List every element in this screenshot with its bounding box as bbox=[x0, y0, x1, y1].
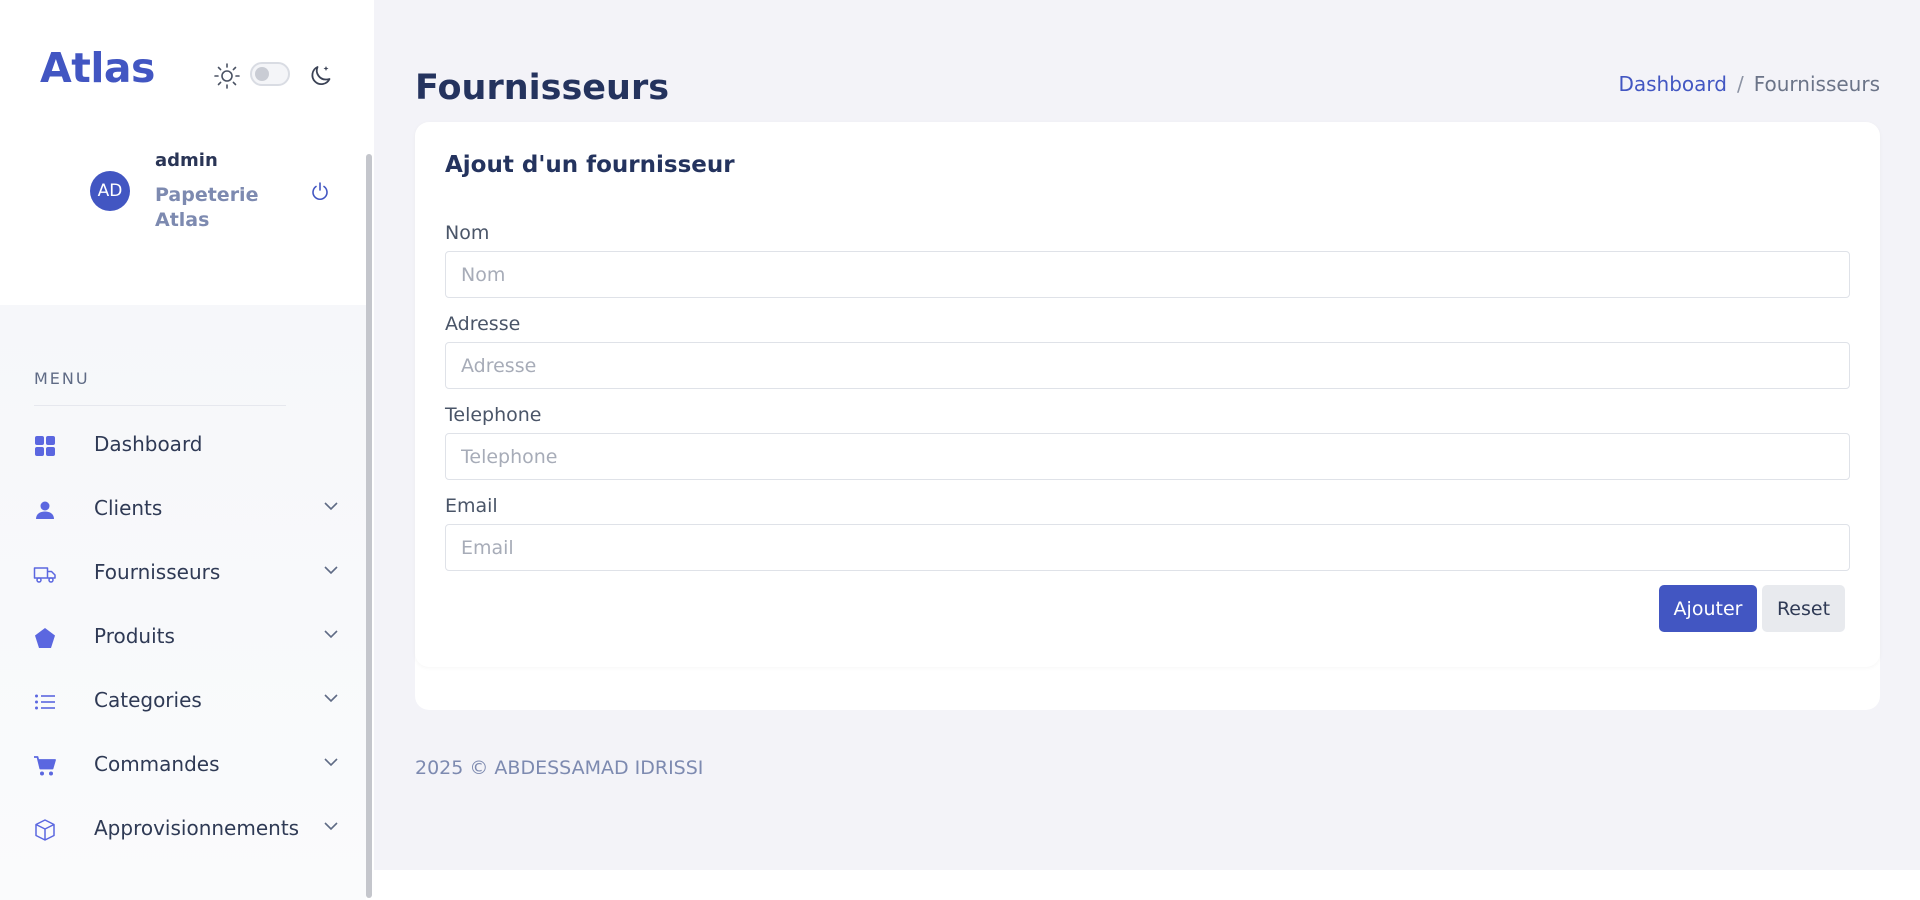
moon-icon bbox=[311, 66, 331, 86]
theme-toggle[interactable] bbox=[250, 62, 290, 86]
telephone-label: Telephone bbox=[445, 404, 542, 426]
breadcrumb: Dashboard / Fournisseurs bbox=[1618, 72, 1880, 96]
sidebar-item-produits[interactable]: Produits bbox=[0, 609, 366, 665]
list-icon bbox=[35, 694, 55, 710]
breadcrumb-link-dashboard[interactable]: Dashboard bbox=[1618, 72, 1727, 96]
company-name: Papeterie Atlas bbox=[155, 184, 259, 231]
sidebar: Atlas AD admin Papeterie Atlas MENU Dash… bbox=[0, 0, 374, 900]
page-title: Fournisseurs bbox=[415, 68, 670, 108]
avatar[interactable]: AD bbox=[90, 171, 130, 211]
nom-input[interactable] bbox=[445, 251, 1850, 298]
sidebar-item-label: Approvisionnements bbox=[94, 816, 300, 840]
sidebar-item-clients[interactable]: Clients bbox=[0, 481, 366, 537]
breadcrumb-separator: / bbox=[1736, 72, 1744, 96]
telephone-input[interactable] bbox=[445, 433, 1850, 480]
toggle-knob bbox=[255, 67, 269, 81]
user-icon bbox=[36, 501, 54, 519]
nom-label: Nom bbox=[445, 222, 490, 244]
sidebar-item-label: Clients bbox=[94, 496, 163, 520]
box-icon bbox=[35, 819, 55, 841]
sidebar-header: Atlas AD admin Papeterie Atlas bbox=[0, 0, 374, 305]
ajouter-button[interactable]: Ajouter bbox=[1659, 585, 1757, 632]
pentagon-icon bbox=[35, 628, 55, 648]
menu-divider bbox=[34, 405, 286, 406]
sidebar-item-label: Categories bbox=[94, 688, 202, 712]
reset-button[interactable]: Reset bbox=[1762, 585, 1845, 632]
email-input[interactable] bbox=[445, 524, 1850, 571]
user-name: admin bbox=[155, 150, 218, 171]
sidebar-item-categories[interactable]: Categories bbox=[0, 673, 366, 729]
sidebar-item-label: Produits bbox=[94, 624, 175, 648]
email-label: Email bbox=[445, 495, 498, 517]
menu-title: MENU bbox=[34, 369, 90, 388]
adresse-input[interactable] bbox=[445, 342, 1850, 389]
power-icon[interactable] bbox=[309, 180, 331, 202]
chevron-down-icon bbox=[324, 630, 338, 639]
chevron-down-icon bbox=[324, 758, 338, 767]
footer-text: 2025 © ABDESSAMAD IDRISSI bbox=[415, 757, 704, 779]
grid-icon bbox=[35, 436, 55, 456]
sidebar-item-fournisseurs[interactable]: Fournisseurs bbox=[0, 545, 366, 601]
sidebar-item-dashboard[interactable]: Dashboard bbox=[0, 417, 366, 473]
chevron-down-icon bbox=[324, 822, 338, 831]
sidebar-item-label: Commandes bbox=[94, 752, 220, 776]
brand-logo[interactable]: Atlas bbox=[40, 44, 155, 92]
truck-icon bbox=[33, 567, 56, 583]
chevron-down-icon bbox=[324, 502, 338, 511]
chevron-down-icon bbox=[324, 694, 338, 703]
sun-icon bbox=[214, 63, 240, 89]
adresse-label: Adresse bbox=[445, 313, 521, 335]
breadcrumb-current: Fournisseurs bbox=[1753, 72, 1880, 96]
chevron-down-icon bbox=[324, 566, 338, 575]
form-title: Ajout d'un fournisseur bbox=[445, 152, 735, 178]
sidebar-item-label: Fournisseurs bbox=[94, 560, 221, 584]
sidebar-item-commandes[interactable]: Commandes bbox=[0, 737, 366, 793]
sidebar-scrollbar[interactable] bbox=[366, 154, 372, 898]
sidebar-item-label: Dashboard bbox=[94, 432, 203, 456]
cart-icon bbox=[34, 756, 56, 776]
sidebar-item-approvisionnements[interactable]: Approvisionnements bbox=[0, 801, 366, 857]
